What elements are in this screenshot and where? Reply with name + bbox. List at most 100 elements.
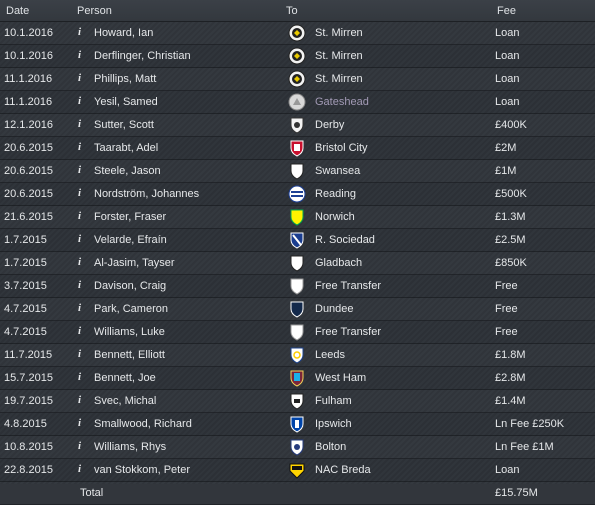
row-date: 4.7.2015 (4, 326, 47, 338)
person-name-link[interactable]: Derflinger, Christian (94, 50, 191, 62)
info-icon[interactable]: i (73, 325, 86, 338)
table-row[interactable]: 20.6.2015 i Steele, Jason Swansea £1M (0, 160, 595, 183)
row-date: 20.6.2015 (4, 188, 53, 200)
destination-club-link[interactable]: NAC Breda (315, 464, 371, 476)
destination-club-link[interactable]: R. Sociedad (315, 234, 375, 246)
row-fee: £500K (495, 188, 527, 200)
table-row[interactable]: 11.1.2016 i Yesil, Samed Gateshead Loan (0, 91, 595, 114)
table-row[interactable]: 20.6.2015 i Taarabt, Adel Bristol City £… (0, 137, 595, 160)
gateshead-crest-icon (288, 93, 306, 111)
destination-club-link[interactable]: Free Transfer (315, 326, 381, 338)
total-fee: £15.75M (495, 487, 538, 499)
info-icon[interactable]: i (73, 440, 86, 453)
dundee-crest-icon (288, 300, 306, 318)
column-header-person[interactable]: Person (77, 5, 112, 17)
derby-crest-icon (288, 116, 306, 134)
row-fee: Free (495, 326, 518, 338)
table-row[interactable]: 21.6.2015 i Forster, Fraser Norwich £1.3… (0, 206, 595, 229)
destination-club-link[interactable]: St. Mirren (315, 50, 363, 62)
person-name-link[interactable]: Phillips, Matt (94, 73, 156, 85)
row-date: 3.7.2015 (4, 280, 47, 292)
table-row[interactable]: 1.7.2015 i Velarde, Efraín R. Sociedad £… (0, 229, 595, 252)
table-row[interactable]: 4.7.2015 i Park, Cameron Dundee Free (0, 298, 595, 321)
destination-club-link[interactable]: Fulham (315, 395, 352, 407)
table-row[interactable]: 20.6.2015 i Nordström, Johannes Reading … (0, 183, 595, 206)
destination-club-link[interactable]: Ipswich (315, 418, 352, 430)
destination-club-link[interactable]: Swansea (315, 165, 360, 177)
column-header-to[interactable]: To (286, 5, 298, 17)
table-row[interactable]: 10.1.2016 i Howard, Ian St. Mirren Loan (0, 22, 595, 45)
nac-breda-crest-icon (288, 461, 306, 479)
row-fee: Loan (495, 50, 520, 62)
destination-club-link[interactable]: St. Mirren (315, 73, 363, 85)
table-row[interactable]: 12.1.2016 i Sutter, Scott Derby £400K (0, 114, 595, 137)
info-icon[interactable]: i (73, 95, 86, 108)
info-icon[interactable]: i (73, 118, 86, 131)
info-icon[interactable]: i (73, 256, 86, 269)
destination-club-link[interactable]: Free Transfer (315, 280, 381, 292)
person-name-link[interactable]: Forster, Fraser (94, 211, 166, 223)
info-icon[interactable]: i (73, 279, 86, 292)
table-row[interactable]: 10.8.2015 i Williams, Rhys Bolton Ln Fee… (0, 436, 595, 459)
info-icon[interactable]: i (73, 302, 86, 315)
table-row[interactable]: 4.8.2015 i Smallwood, Richard Ipswich Ln… (0, 413, 595, 436)
destination-club-link[interactable]: Gateshead (315, 96, 369, 108)
destination-club-link[interactable]: Derby (315, 119, 344, 131)
row-fee: £2M (495, 142, 517, 154)
person-name-link[interactable]: Williams, Luke (94, 326, 165, 338)
destination-club-link[interactable]: Leeds (315, 349, 345, 361)
table-row[interactable]: 3.7.2015 i Davison, Craig Free Transfer … (0, 275, 595, 298)
table-row[interactable]: 22.8.2015 i van Stokkom, Peter NAC Breda… (0, 459, 595, 482)
column-header-date[interactable]: Date (6, 5, 29, 17)
person-name-link[interactable]: Smallwood, Richard (94, 418, 192, 430)
info-icon[interactable]: i (73, 371, 86, 384)
person-name-link[interactable]: Svec, Michal (94, 395, 156, 407)
info-icon[interactable]: i (73, 417, 86, 430)
destination-club-link[interactable]: Bristol City (315, 142, 368, 154)
person-name-link[interactable]: Sutter, Scott (94, 119, 154, 131)
info-icon[interactable]: i (73, 348, 86, 361)
person-name-link[interactable]: Howard, Ian (94, 27, 153, 39)
info-icon[interactable]: i (73, 26, 86, 39)
person-name-link[interactable]: Velarde, Efraín (94, 234, 167, 246)
table-row[interactable]: 19.7.2015 i Svec, Michal Fulham £1.4M (0, 390, 595, 413)
info-icon[interactable]: i (73, 233, 86, 246)
table-row[interactable]: 1.7.2015 i Al-Jasim, Tayser Gladbach £85… (0, 252, 595, 275)
person-name-link[interactable]: van Stokkom, Peter (94, 464, 190, 476)
person-name-link[interactable]: Bennett, Elliott (94, 349, 165, 361)
column-header-fee[interactable]: Fee (497, 5, 516, 17)
transfers-table: Date Person To Fee 10.1.2016 i Howard, I… (0, 0, 595, 505)
person-name-link[interactable]: Davison, Craig (94, 280, 166, 292)
person-name-link[interactable]: Yesil, Samed (94, 96, 158, 108)
info-icon[interactable]: i (73, 210, 86, 223)
destination-club-link[interactable]: Dundee (315, 303, 354, 315)
destination-club-link[interactable]: Norwich (315, 211, 355, 223)
info-icon[interactable]: i (73, 141, 86, 154)
info-icon[interactable]: i (73, 164, 86, 177)
person-name-link[interactable]: Steele, Jason (94, 165, 161, 177)
person-name-link[interactable]: Williams, Rhys (94, 441, 166, 453)
info-icon[interactable]: i (73, 463, 86, 476)
table-row[interactable]: 4.7.2015 i Williams, Luke Free Transfer … (0, 321, 595, 344)
table-row[interactable]: 10.1.2016 i Derflinger, Christian St. Mi… (0, 45, 595, 68)
person-name-link[interactable]: Taarabt, Adel (94, 142, 158, 154)
table-row[interactable]: 11.7.2015 i Bennett, Elliott Leeds £1.8M (0, 344, 595, 367)
person-name-link[interactable]: Bennett, Joe (94, 372, 156, 384)
row-fee: £400K (495, 119, 527, 131)
info-icon[interactable]: i (73, 72, 86, 85)
info-icon[interactable]: i (73, 394, 86, 407)
table-row[interactable]: 11.1.2016 i Phillips, Matt St. Mirren Lo… (0, 68, 595, 91)
destination-club-link[interactable]: Bolton (315, 441, 346, 453)
destination-club-link[interactable]: West Ham (315, 372, 366, 384)
person-name-link[interactable]: Park, Cameron (94, 303, 168, 315)
destination-club-link[interactable]: Reading (315, 188, 356, 200)
info-icon[interactable]: i (73, 187, 86, 200)
person-name-link[interactable]: Nordström, Johannes (94, 188, 199, 200)
gladbach-crest-icon (288, 254, 306, 272)
destination-club-link[interactable]: Gladbach (315, 257, 362, 269)
destination-club-link[interactable]: St. Mirren (315, 27, 363, 39)
west-ham-crest-icon (288, 369, 306, 387)
info-icon[interactable]: i (73, 49, 86, 62)
table-row[interactable]: 15.7.2015 i Bennett, Joe West Ham £2.8M (0, 367, 595, 390)
person-name-link[interactable]: Al-Jasim, Tayser (94, 257, 174, 269)
